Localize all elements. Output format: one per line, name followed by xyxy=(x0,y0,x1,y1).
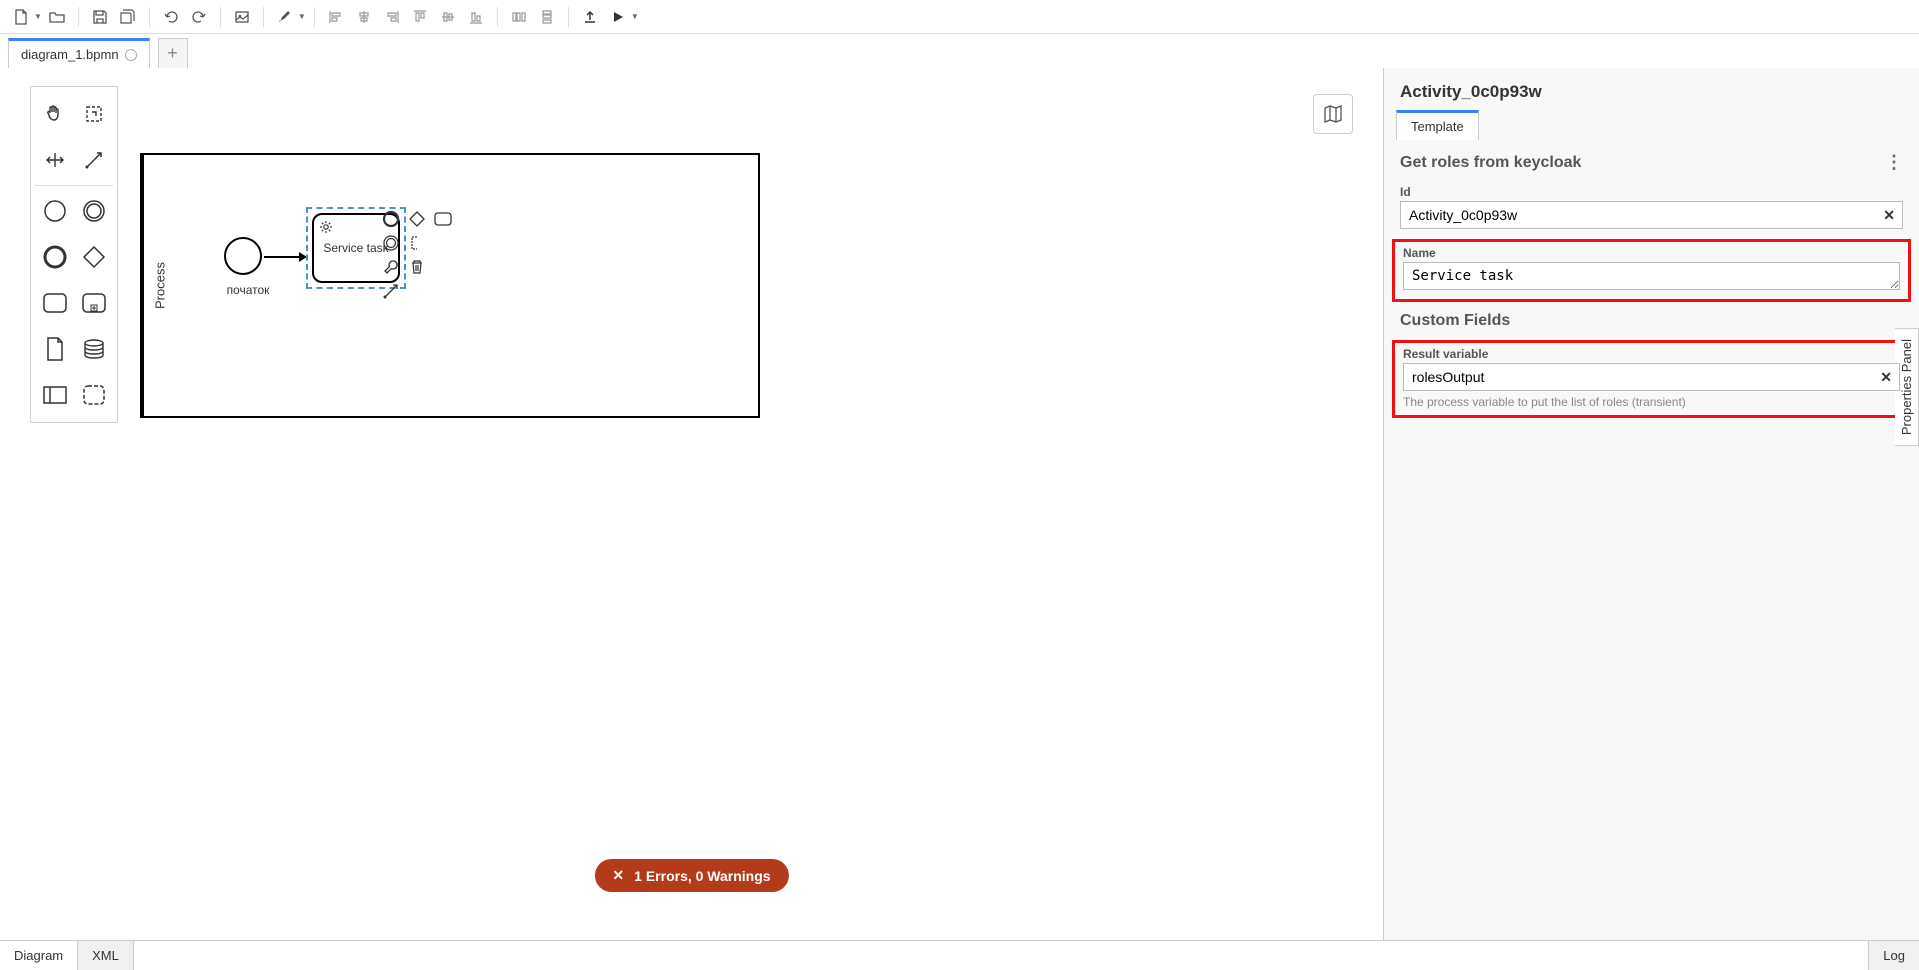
upload-icon[interactable] xyxy=(577,4,603,30)
task-icon[interactable] xyxy=(35,280,74,326)
align-middle-icon[interactable] xyxy=(435,4,461,30)
save-all-icon[interactable] xyxy=(115,4,141,30)
main-toolbar: ▼ ▼ ▼ xyxy=(0,0,1919,34)
bpmn-palette xyxy=(30,86,118,423)
space-tool-icon[interactable] xyxy=(35,137,74,183)
error-pill[interactable]: ✕ 1 Errors, 0 Warnings xyxy=(594,859,788,892)
file-tab-label: diagram_1.bpmn xyxy=(21,47,119,62)
custom-fields-title: Custom Fields xyxy=(1400,312,1510,330)
bottom-tabs: Diagram XML Log xyxy=(0,940,1919,970)
participant-icon[interactable] xyxy=(35,372,74,418)
subprocess-icon[interactable] xyxy=(74,280,113,326)
tab-close-icon[interactable] xyxy=(125,49,137,61)
align-center-icon[interactable] xyxy=(351,4,377,30)
sequence-flow[interactable] xyxy=(264,256,306,258)
highlight-result-var-field: Result variable ✕ The process variable t… xyxy=(1392,340,1911,418)
end-event-icon[interactable] xyxy=(35,234,74,280)
image-icon[interactable] xyxy=(229,4,255,30)
ctx-annotation-icon[interactable] xyxy=(406,232,428,254)
play-icon[interactable] xyxy=(605,4,631,30)
result-var-input[interactable] xyxy=(1403,363,1900,391)
align-top-icon[interactable] xyxy=(407,4,433,30)
main-area: Process початок Service task xyxy=(0,68,1919,940)
id-label: Id xyxy=(1400,185,1903,199)
clear-id-icon[interactable]: ✕ xyxy=(1883,207,1895,224)
canvas-area[interactable]: Process початок Service task xyxy=(0,68,1383,940)
align-bottom-icon[interactable] xyxy=(463,4,489,30)
open-file-icon[interactable] xyxy=(44,4,70,30)
file-tabs: diagram_1.bpmn + xyxy=(0,34,1919,68)
new-file-dropdown-icon[interactable]: ▼ xyxy=(34,12,42,21)
tab-xml[interactable]: XML xyxy=(78,941,134,970)
section-title: Get roles from keycloak xyxy=(1400,154,1581,172)
clear-resultvar-icon[interactable]: ✕ xyxy=(1880,369,1892,386)
lasso-tool-icon[interactable] xyxy=(74,91,113,137)
start-event[interactable]: початок xyxy=(224,237,262,275)
save-icon[interactable] xyxy=(87,4,113,30)
group-icon[interactable] xyxy=(74,372,113,418)
ctx-gateway-icon[interactable] xyxy=(406,208,428,230)
ctx-task-icon[interactable] xyxy=(432,208,454,230)
tab-add-button[interactable]: + xyxy=(158,38,188,68)
ctx-end-event-icon[interactable] xyxy=(380,208,402,230)
name-label: Name xyxy=(1403,246,1900,260)
connect-tool-icon[interactable] xyxy=(74,137,113,183)
brush-dropdown-icon[interactable]: ▼ xyxy=(298,12,306,21)
properties-title: Activity_0c0p93w xyxy=(1384,68,1919,110)
file-tab-active[interactable]: diagram_1.bpmn xyxy=(8,38,150,68)
name-input[interactable] xyxy=(1403,262,1900,290)
hand-tool-icon[interactable] xyxy=(35,91,74,137)
result-var-label: Result variable xyxy=(1403,347,1900,361)
distribute-v-icon[interactable] xyxy=(534,4,560,30)
pool-label: Process xyxy=(142,155,176,416)
task-label: Service task xyxy=(323,241,388,255)
align-left-icon[interactable] xyxy=(323,4,349,30)
tab-diagram[interactable]: Diagram xyxy=(0,941,78,970)
error-text: 1 Errors, 0 Warnings xyxy=(634,868,770,884)
brush-icon[interactable] xyxy=(272,4,298,30)
align-right-icon[interactable] xyxy=(379,4,405,30)
play-dropdown-icon[interactable]: ▼ xyxy=(631,12,639,21)
minimap-toggle-icon[interactable] xyxy=(1313,94,1353,134)
tab-template[interactable]: Template xyxy=(1396,110,1479,140)
start-event-icon[interactable] xyxy=(35,188,74,234)
result-var-desc: The process variable to put the list of … xyxy=(1403,395,1900,409)
lane[interactable]: початок Service task xyxy=(176,155,758,416)
redo-icon[interactable] xyxy=(186,4,212,30)
data-object-icon[interactable] xyxy=(35,326,74,372)
highlight-name-field: Name xyxy=(1392,239,1911,302)
ctx-intermediate-event-icon[interactable] xyxy=(380,232,402,254)
new-file-icon[interactable] xyxy=(8,4,34,30)
kebab-menu-icon[interactable]: ⋮ xyxy=(1885,152,1903,173)
gear-icon xyxy=(318,219,334,238)
ctx-delete-icon[interactable] xyxy=(406,256,428,278)
tab-log[interactable]: Log xyxy=(1868,941,1919,970)
data-store-icon[interactable] xyxy=(74,326,113,372)
intermediate-event-icon[interactable] xyxy=(74,188,113,234)
gateway-icon[interactable] xyxy=(74,234,113,280)
properties-panel: Activity_0c0p93w Template Get roles from… xyxy=(1383,68,1919,940)
context-pad xyxy=(380,208,456,302)
id-input[interactable] xyxy=(1400,201,1903,229)
ctx-connect-icon[interactable] xyxy=(380,280,402,302)
distribute-h-icon[interactable] xyxy=(506,4,532,30)
close-icon: ✕ xyxy=(612,867,624,884)
undo-icon[interactable] xyxy=(158,4,184,30)
start-event-label: початок xyxy=(218,283,278,297)
ctx-wrench-icon[interactable] xyxy=(380,256,402,278)
